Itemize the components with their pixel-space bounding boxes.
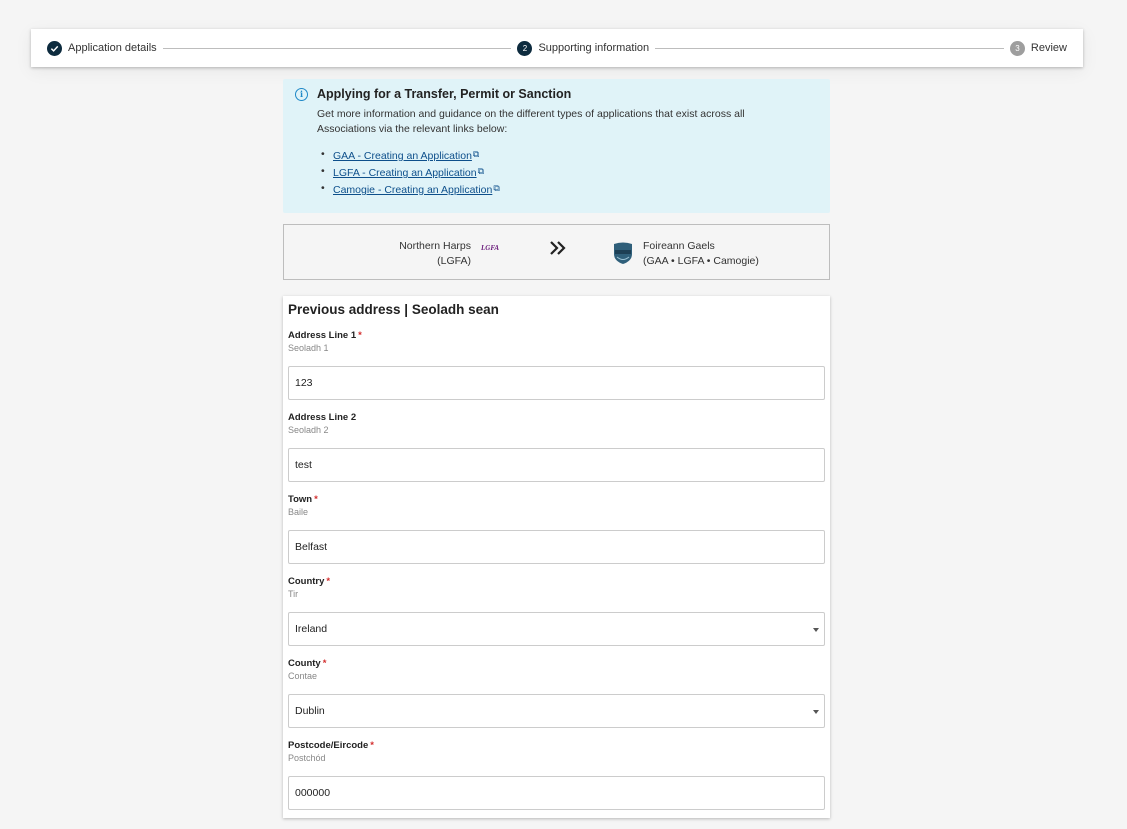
field-label: Country xyxy=(288,576,325,587)
from-club: Northern Harps (LGFA) xyxy=(399,239,471,269)
required-marker: * xyxy=(370,740,374,751)
field-sublabel: Seoladh 2 xyxy=(288,425,329,435)
transfer-summary: Northern Harps (LGFA) LGFA Foireann Gael… xyxy=(283,224,830,280)
step-connector xyxy=(162,47,512,49)
field-county: County * Contae Dublin xyxy=(288,658,825,728)
field-sublabel: Seoladh 1 xyxy=(288,343,329,353)
input-value: test xyxy=(295,459,312,471)
lgfa-logo-text: LGFA xyxy=(481,244,500,252)
info-alert: i Applying for a Transfer, Permit or San… xyxy=(283,79,830,213)
step-application-details[interactable]: Application details xyxy=(47,40,157,56)
link-lgfa-application[interactable]: LGFA - Creating an Application xyxy=(333,167,477,179)
step-label: Application details xyxy=(68,42,157,54)
field-label: County xyxy=(288,658,321,669)
external-link-icon: ⧉ xyxy=(493,183,500,193)
double-chevron-right-icon xyxy=(549,239,567,262)
stepper: Application details 2 Supporting informa… xyxy=(31,29,1083,67)
address-line-2-input[interactable]: test xyxy=(288,448,825,482)
lgfa-logo: LGFA xyxy=(481,243,505,260)
info-links: GAA - Creating an Application⧉ LGFA - Cr… xyxy=(321,147,818,198)
step-label: Supporting information xyxy=(538,42,650,54)
postcode-input[interactable]: 000000 xyxy=(288,776,825,810)
field-sublabel: Tir xyxy=(288,589,299,599)
field-sublabel: Baile xyxy=(288,507,309,517)
link-gaa-application[interactable]: GAA - Creating an Application xyxy=(333,150,472,162)
field-town: Town * Baile Belfast xyxy=(288,494,825,564)
step-number: 3 xyxy=(1009,40,1025,56)
previous-address-card: Previous address | Seoladh sean Address … xyxy=(283,296,830,818)
field-address-line-2: Address Line 2 Seoladh 2 test xyxy=(288,412,825,482)
check-icon xyxy=(47,40,62,56)
to-club: Foireann Gaels (GAA • LGFA • Camogie) xyxy=(643,239,759,269)
field-label: Address Line 1 xyxy=(288,330,357,341)
input-value: Belfast xyxy=(295,541,328,553)
step-supporting-information[interactable]: 2 Supporting information xyxy=(517,40,650,56)
step-label: Review xyxy=(1030,42,1067,54)
link-camogie-application[interactable]: Camogie - Creating an Application xyxy=(333,184,492,196)
field-country: Country * Tir Ireland xyxy=(288,576,825,646)
card-title: Previous address | Seoladh sean xyxy=(288,302,499,317)
required-marker: * xyxy=(358,330,362,341)
address-line-1-input[interactable]: 123 xyxy=(288,366,825,400)
input-value: 000000 xyxy=(295,787,331,799)
club-crest-icon xyxy=(613,242,633,265)
list-item: GAA - Creating an Application⧉ xyxy=(321,147,818,164)
info-icon: i xyxy=(295,87,308,101)
select-value: Dublin xyxy=(295,705,325,717)
to-club-association: (GAA • LGFA • Camogie) xyxy=(643,255,759,267)
external-link-icon: ⧉ xyxy=(472,149,480,159)
to-club-name: Foireann Gaels xyxy=(643,240,715,252)
field-address-line-1: Address Line 1 * Seoladh 1 123 xyxy=(288,330,825,400)
field-label: Address Line 2 xyxy=(288,412,357,423)
required-marker: * xyxy=(322,658,327,669)
input-value: 123 xyxy=(295,377,313,389)
field-postcode: Postcode/Eircode * Postchód 000000 xyxy=(288,740,825,810)
required-marker: * xyxy=(326,576,331,587)
town-input[interactable]: Belfast xyxy=(288,530,825,564)
external-link-icon: ⧉ xyxy=(477,166,485,176)
step-number: 2 xyxy=(517,40,533,56)
county-select[interactable]: Dublin xyxy=(288,694,825,728)
step-review[interactable]: 3 Review xyxy=(1009,40,1067,56)
field-label: Town xyxy=(288,494,313,505)
step-connector xyxy=(655,47,1004,49)
country-select[interactable]: Ireland xyxy=(288,612,825,646)
info-title: Applying for a Transfer, Permit or Sanct… xyxy=(317,87,572,101)
required-marker: * xyxy=(314,494,318,505)
caret-down-icon xyxy=(813,710,819,714)
from-club-association: (LGFA) xyxy=(437,255,471,267)
list-item: LGFA - Creating an Application⧉ xyxy=(321,164,818,181)
info-text: Get more information and guidance on the… xyxy=(317,108,745,135)
from-club-name: Northern Harps xyxy=(399,240,471,252)
caret-down-icon xyxy=(813,628,819,632)
field-sublabel: Postchód xyxy=(288,753,326,763)
list-item: Camogie - Creating an Application⧉ xyxy=(321,181,818,198)
field-sublabel: Contae xyxy=(288,671,318,681)
field-label: Postcode/Eircode xyxy=(288,740,369,751)
select-value: Ireland xyxy=(295,623,328,635)
